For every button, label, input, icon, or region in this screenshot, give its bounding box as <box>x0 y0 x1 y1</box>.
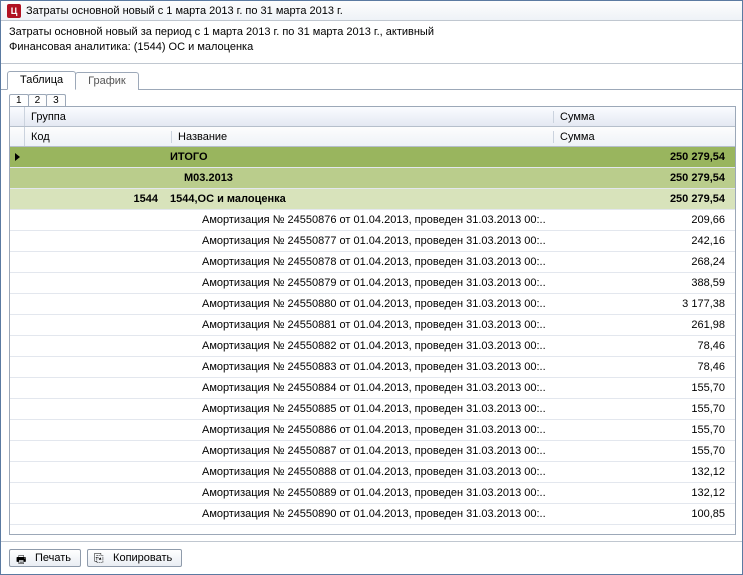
titlebar: Ц Затраты основной новый с 1 марта 2013 … <box>1 1 742 21</box>
tab-table[interactable]: Таблица <box>7 71 76 90</box>
cell-name: Амортизация № 24550890 от 01.04.2013, пр… <box>164 508 575 520</box>
cell-name: Амортизация № 24550878 от 01.04.2013, пр… <box>164 256 575 268</box>
grid: Группа Сумма Код Название Сумма ИТОГО250… <box>9 106 736 535</box>
app-icon: Ц <box>7 4 21 18</box>
cell-sum: 155,70 <box>575 445 735 457</box>
cell-name: Амортизация № 24550881 от 01.04.2013, пр… <box>164 319 575 331</box>
cell-sum: 155,70 <box>575 382 735 394</box>
table-row[interactable]: Амортизация № 24550877 от 01.04.2013, пр… <box>10 231 735 252</box>
cell-sum: 268,24 <box>575 256 735 268</box>
cell-sum: 261,98 <box>575 319 735 331</box>
info-area: Затраты основной новый за период с 1 мар… <box>1 21 742 64</box>
grid-body[interactable]: ИТОГО250 279,54М03.2013250 279,541544154… <box>10 147 735 534</box>
table-row[interactable]: Амортизация № 24550876 от 01.04.2013, пр… <box>10 210 735 231</box>
table-row[interactable]: Амортизация № 24550888 от 01.04.2013, пр… <box>10 462 735 483</box>
cell-sum: 132,12 <box>575 487 735 499</box>
group-row[interactable]: 15441544,ОС и малоценка250 279,54 <box>10 189 735 210</box>
print-icon <box>16 552 30 564</box>
cell-name: М03.2013 <box>164 172 575 184</box>
cell-name: 1544,ОС и малоценка <box>164 193 575 205</box>
table-row[interactable]: Амортизация № 24550889 от 01.04.2013, пр… <box>10 483 735 504</box>
table-row[interactable]: Амортизация № 24550886 от 01.04.2013, пр… <box>10 420 735 441</box>
cell-name: Амортизация № 24550877 от 01.04.2013, пр… <box>164 235 575 247</box>
group-row[interactable]: ИТОГО250 279,54 <box>10 147 735 168</box>
cell-sum: 100,85 <box>575 508 735 520</box>
table-row[interactable]: Амортизация № 24550885 от 01.04.2013, пр… <box>10 399 735 420</box>
cell-name: Амортизация № 24550880 от 01.04.2013, пр… <box>164 298 575 310</box>
cell-name: Амортизация № 24550876 от 01.04.2013, пр… <box>164 214 575 226</box>
col-header-group[interactable]: Группа <box>25 111 554 123</box>
window: Ц Затраты основной новый с 1 марта 2013 … <box>0 0 743 575</box>
table-row[interactable]: Амортизация № 24550878 от 01.04.2013, пр… <box>10 252 735 273</box>
group-row[interactable]: М03.2013250 279,54 <box>10 168 735 189</box>
grid-header-groups: Группа Сумма <box>10 107 735 127</box>
print-label: Печать <box>35 552 71 564</box>
cell-sum: 250 279,54 <box>575 151 735 163</box>
cell-name: Амортизация № 24550889 от 01.04.2013, пр… <box>164 487 575 499</box>
footer: Печать Копировать <box>1 541 742 574</box>
table-row[interactable]: Амортизация № 24550881 от 01.04.2013, пр… <box>10 315 735 336</box>
cell-sum: 209,66 <box>575 214 735 226</box>
cell-sum: 78,46 <box>575 340 735 352</box>
col-header-sum-group[interactable]: Сумма <box>554 111 735 123</box>
info-line-1: Затраты основной новый за период с 1 мар… <box>9 25 734 40</box>
cell-sum: 155,70 <box>575 403 735 415</box>
print-button[interactable]: Печать <box>9 549 81 567</box>
cell-name: Амортизация № 24550885 от 01.04.2013, пр… <box>164 403 575 415</box>
tab-chart[interactable]: График <box>75 72 139 90</box>
current-row-arrow-icon <box>15 153 20 161</box>
cell-name: Амортизация № 24550888 от 01.04.2013, пр… <box>164 466 575 478</box>
cell-code: 1544 <box>24 193 164 205</box>
col-header-code[interactable]: Код <box>25 131 172 143</box>
cell-sum: 242,16 <box>575 235 735 247</box>
grid-header-detail: Код Название Сумма <box>10 127 735 147</box>
copy-label: Копировать <box>113 552 172 564</box>
table-row[interactable]: Амортизация № 24550882 от 01.04.2013, пр… <box>10 336 735 357</box>
subtab-2[interactable]: 2 <box>28 94 48 106</box>
subtab-1[interactable]: 1 <box>9 94 29 106</box>
col-header-sum[interactable]: Сумма <box>554 131 735 143</box>
tab-strip: Таблица График <box>1 64 742 90</box>
subtab-strip: 1 2 3 <box>1 90 742 106</box>
cell-sum: 250 279,54 <box>575 172 735 184</box>
col-header-name[interactable]: Название <box>172 131 554 143</box>
cell-sum: 155,70 <box>575 424 735 436</box>
cell-name: Амортизация № 24550886 от 01.04.2013, пр… <box>164 424 575 436</box>
table-row[interactable]: Амортизация № 24550880 от 01.04.2013, пр… <box>10 294 735 315</box>
table-row[interactable]: Амортизация № 24550883 от 01.04.2013, пр… <box>10 357 735 378</box>
cell-sum: 132,12 <box>575 466 735 478</box>
col-marker-sub <box>10 127 25 146</box>
subtab-3[interactable]: 3 <box>46 94 66 106</box>
cell-name: Амортизация № 24550884 от 01.04.2013, пр… <box>164 382 575 394</box>
cell-name: Амортизация № 24550879 от 01.04.2013, пр… <box>164 277 575 289</box>
cell-sum: 250 279,54 <box>575 193 735 205</box>
cell-name: ИТОГО <box>164 151 575 163</box>
table-row[interactable]: Амортизация № 24550884 от 01.04.2013, пр… <box>10 378 735 399</box>
row-marker <box>10 153 24 161</box>
cell-sum: 3 177,38 <box>575 298 735 310</box>
table-row[interactable]: Амортизация № 24550879 от 01.04.2013, пр… <box>10 273 735 294</box>
cell-sum: 388,59 <box>575 277 735 289</box>
table-row[interactable]: Амортизация № 24550890 от 01.04.2013, пр… <box>10 504 735 525</box>
info-line-2: Финансовая аналитика: (1544) ОС и малоце… <box>9 40 734 55</box>
cell-name: Амортизация № 24550883 от 01.04.2013, пр… <box>164 361 575 373</box>
copy-icon <box>94 552 108 564</box>
table-row[interactable]: Амортизация № 24550887 от 01.04.2013, пр… <box>10 441 735 462</box>
cell-name: Амортизация № 24550882 от 01.04.2013, пр… <box>164 340 575 352</box>
cell-sum: 78,46 <box>575 361 735 373</box>
col-marker <box>10 107 25 126</box>
copy-button[interactable]: Копировать <box>87 549 182 567</box>
window-title: Затраты основной новый с 1 марта 2013 г.… <box>26 5 343 17</box>
cell-name: Амортизация № 24550887 от 01.04.2013, пр… <box>164 445 575 457</box>
